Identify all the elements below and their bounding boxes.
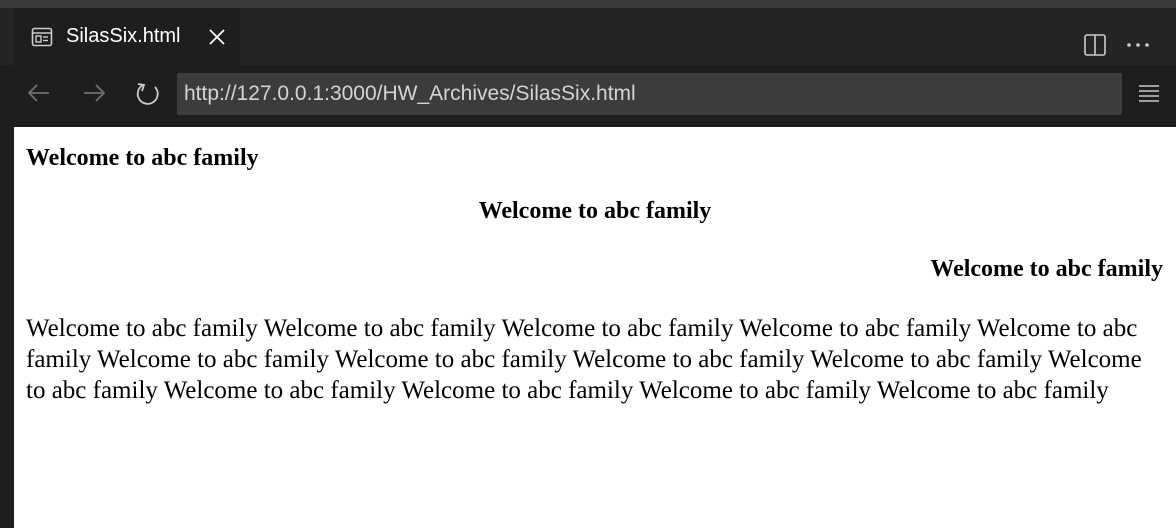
page-content: Welcome to abc family Welcome to abc fam… [14, 127, 1176, 528]
heading-center: Welcome to abc family [478, 198, 712, 224]
heading-left: Welcome to abc family [26, 145, 259, 171]
reload-icon[interactable] [133, 81, 163, 111]
url-input[interactable] [177, 73, 1122, 115]
split-editor-icon[interactable] [1083, 33, 1107, 57]
tab-bar: SilasSix.html [0, 8, 1176, 65]
arrow-left-icon[interactable] [24, 81, 54, 111]
hamburger-menu-icon[interactable] [1137, 81, 1161, 105]
address-bar[interactable] [177, 73, 1122, 115]
paragraph: Welcome to abc family Welcome to abc fam… [26, 315, 1142, 404]
heading-right: Welcome to abc family [930, 256, 1163, 282]
tab-silassix[interactable]: SilasSix.html [14, 8, 240, 65]
window-top-strip [0, 0, 1176, 8]
arrow-right-icon[interactable] [79, 81, 109, 111]
more-actions-icon[interactable] [1124, 33, 1152, 57]
preview-icon [31, 27, 53, 47]
tab-title: SilasSix.html [66, 25, 181, 47]
browser-toolbar [0, 65, 1176, 127]
close-icon[interactable] [207, 27, 227, 47]
